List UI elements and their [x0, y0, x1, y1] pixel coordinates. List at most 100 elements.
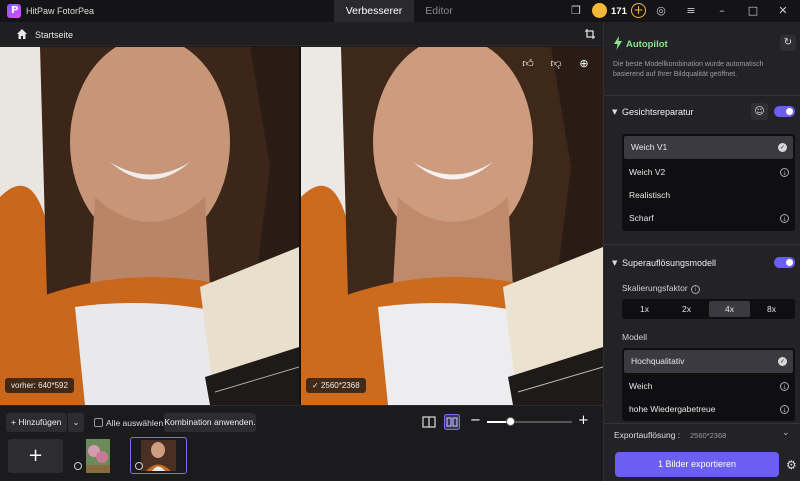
model-label: Modell — [622, 332, 648, 342]
add-button-label: Hinzufügen — [18, 417, 62, 427]
refresh-button[interactable]: ↻ — [780, 35, 796, 51]
super-res-toggle[interactable] — [774, 257, 795, 268]
app-title: HitPaw FotorPea — [26, 6, 95, 16]
home-icon[interactable] — [16, 28, 28, 40]
selected-check-icon: ✓ — [778, 143, 787, 152]
scale-1x[interactable]: 1x — [624, 301, 665, 317]
apply-combination-button[interactable]: Kombination anwenden. — [164, 413, 256, 432]
selected-check-icon: ✓ — [778, 357, 787, 366]
sr-model-weich[interactable]: Weich ↓ — [622, 375, 795, 398]
face-model-weich-v2[interactable]: Weich V2 ↓ — [622, 161, 795, 184]
image-viewer: vorher: 640*592 👍︎ 👎︎ ⊕ ✓ 2560*2368 — [0, 47, 603, 405]
item-label: Weich V1 — [631, 142, 668, 152]
window-icon[interactable]: ❐ — [569, 4, 583, 18]
export-button[interactable]: 1 Bilder exportieren — [615, 452, 779, 477]
download-icon[interactable]: ↓ — [780, 214, 789, 223]
zoom-out-button[interactable]: − — [470, 414, 481, 428]
item-label: Scharf — [629, 213, 654, 223]
lightning-icon — [614, 36, 622, 50]
after-caption: ✓ 2560*2368 — [306, 378, 366, 393]
app-logo: P — [7, 4, 21, 18]
before-photo — [0, 47, 299, 405]
item-label: Weich — [629, 381, 653, 391]
item-label: Hochqualitativ — [631, 356, 685, 366]
expand-chevron-icon[interactable]: ⌄ — [782, 428, 790, 438]
face-repair-toggle[interactable] — [774, 106, 795, 117]
menu-icon[interactable]: ≡ — [684, 4, 698, 18]
divider — [604, 244, 800, 245]
face-model-weich-v1[interactable]: Weich V1 ✓ — [624, 136, 793, 159]
select-all-label[interactable]: Alle auswählen — [106, 418, 163, 428]
add-dropdown-icon[interactable]: ⌄ — [67, 413, 84, 432]
after-pane[interactable]: 👍︎ 👎︎ ⊕ ✓ 2560*2368 — [301, 47, 603, 405]
info-icon[interactable]: i — [690, 285, 700, 294]
download-icon[interactable]: ↓ — [780, 405, 789, 414]
export-resolution-value: 2560*2368 — [690, 431, 727, 440]
close-icon[interactable]: ✕ — [776, 4, 790, 18]
bottom-bar: + Hinzufügen ⌄ Alle auswählen Kombinatio… — [0, 405, 603, 481]
settings-panel: Autopilot ↻ Die beste Modellkombination … — [603, 22, 800, 481]
scale-8x[interactable]: 8x — [751, 301, 792, 317]
gear-icon[interactable]: ⚙ — [786, 458, 797, 472]
clock-icon — [135, 462, 143, 470]
collapse-caret-icon[interactable]: ▼ — [612, 108, 617, 116]
after-photo — [301, 47, 603, 405]
face-model-realistisch[interactable]: Realistisch — [622, 184, 795, 207]
side-by-side-icon[interactable] — [444, 414, 460, 430]
zoom-slider-handle[interactable] — [506, 417, 516, 426]
sr-model-hochqualitativ[interactable]: Hochqualitativ ✓ — [624, 350, 793, 373]
clock-icon — [74, 462, 82, 470]
home-label[interactable]: Startseite — [35, 30, 73, 40]
face-icon[interactable]: ☺ — [751, 103, 768, 120]
sr-model-list: Hochqualitativ ✓ Weich ↓ hohe Wiedergabetr… — [622, 348, 795, 421]
autopilot-title: Autopilot — [626, 39, 668, 50]
add-image-tile[interactable]: + — [8, 439, 63, 473]
thumbnail-1[interactable] — [86, 439, 110, 473]
zoom-slider[interactable] — [487, 417, 572, 426]
download-icon[interactable]: ↓ — [780, 168, 789, 177]
item-label: Realistisch — [629, 190, 671, 200]
autopilot-description: Die beste Modellkombination wurde automa… — [613, 61, 764, 78]
tab-editor[interactable]: Editor — [414, 0, 464, 22]
thumbs-down-icon[interactable]: 👎︎ — [549, 57, 563, 71]
before-pane[interactable]: vorher: 640*592 — [0, 47, 299, 405]
zoom-icon[interactable]: ⊕ — [577, 57, 591, 71]
minimize-icon[interactable]: – — [715, 4, 729, 18]
collapse-caret-icon[interactable]: ▼ — [612, 259, 617, 267]
face-model-scharf[interactable]: Scharf ↓ — [622, 207, 795, 230]
tab-verbesserer[interactable]: Verbesserer — [334, 0, 414, 22]
face-repair-title: Gesichtsreparatur — [622, 107, 694, 117]
download-icon[interactable]: ↓ — [780, 382, 789, 391]
account-icon[interactable]: ◎ — [654, 4, 668, 18]
maximize-icon[interactable]: □ — [746, 4, 760, 18]
scale-factor-selector: 1x 2x 4x 8x — [622, 299, 795, 319]
before-caption: vorher: 640*592 — [5, 378, 74, 393]
toggle-knob — [786, 259, 793, 266]
add-button[interactable]: + Hinzufügen — [6, 413, 67, 432]
item-label: Weich V2 — [629, 167, 666, 177]
split-view-icon[interactable] — [421, 414, 437, 430]
check-icon: ✓ — [312, 381, 321, 390]
toggle-knob — [786, 108, 793, 115]
credit-count: 171 — [611, 6, 627, 17]
title-bar: P HitPaw FotorPea Verbesserer Editor ❐ 1… — [0, 0, 800, 22]
scale-factor-label: Skalierungsfaktor i — [622, 283, 700, 294]
thumbs-up-icon[interactable]: 👍︎ — [521, 57, 535, 71]
sub-toolbar: Startseite — [0, 22, 603, 46]
export-resolution-label: Exportauflösung : — [614, 430, 681, 440]
after-caption-text: 2560*2368 — [320, 381, 360, 390]
crop-icon[interactable] — [584, 28, 596, 40]
add-credits-button[interactable]: + — [631, 3, 646, 18]
scale-factor-text: Skalierungsfaktor — [622, 283, 688, 293]
item-label: hohe Wiedergabetreue — [629, 404, 716, 414]
face-repair-list: Weich V1 ✓ Weich V2 ↓ Realistisch Scharf ↓ — [622, 134, 795, 231]
super-res-title: Superauflösungsmodell — [622, 258, 717, 268]
scale-4x[interactable]: 4x — [709, 301, 750, 317]
divider — [604, 423, 800, 424]
select-all-checkbox[interactable] — [94, 418, 103, 427]
scale-2x[interactable]: 2x — [666, 301, 707, 317]
zoom-in-button[interactable]: + — [578, 414, 589, 428]
thumbnail-2-image — [141, 440, 176, 471]
divider — [604, 95, 800, 96]
sr-model-hohe-wiedergabetreue[interactable]: hohe Wiedergabetreue ↓ — [622, 398, 795, 421]
